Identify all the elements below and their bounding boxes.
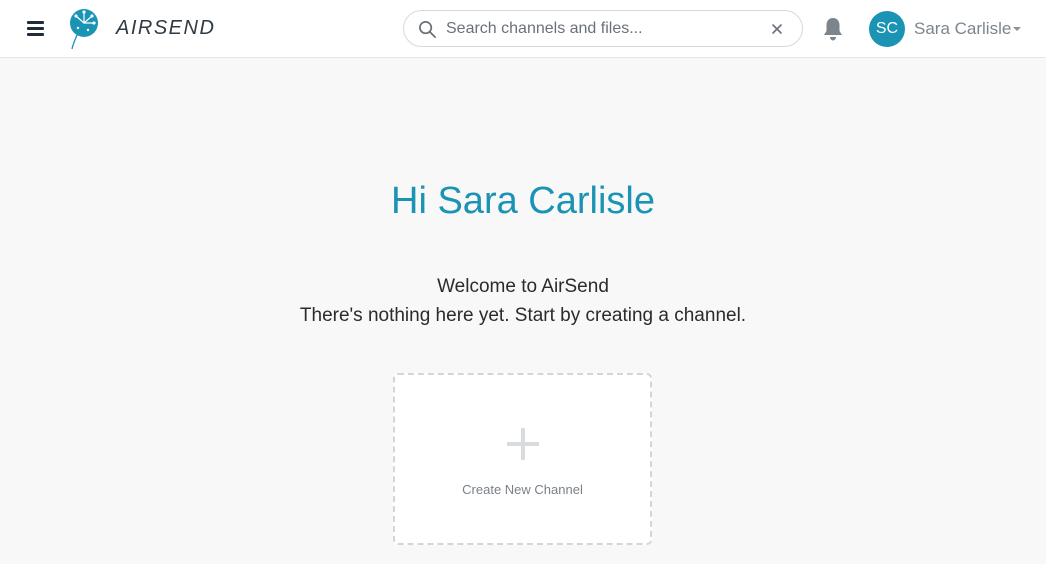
create-new-channel-label: Create New Channel bbox=[462, 482, 583, 497]
empty-state-message: There's nothing here yet. Start by creat… bbox=[299, 305, 747, 326]
caret-down-icon[interactable] bbox=[1013, 27, 1021, 31]
user-avatar[interactable]: SC bbox=[869, 11, 905, 47]
plus-icon bbox=[507, 428, 539, 460]
user-name-menu[interactable]: Sara Carlisle bbox=[914, 19, 1011, 39]
create-new-channel-button[interactable]: Create New Channel bbox=[393, 373, 652, 545]
search-input[interactable] bbox=[446, 16, 766, 42]
brand-wordmark: AIRSEND bbox=[116, 17, 216, 39]
welcome-text: Welcome to AirSend bbox=[437, 276, 609, 297]
search-icon bbox=[419, 21, 436, 38]
close-icon[interactable] bbox=[769, 21, 785, 37]
greeting-heading: Hi Sara Carlisle bbox=[391, 180, 655, 222]
bell-icon[interactable] bbox=[821, 16, 845, 42]
dandelion-logo-icon[interactable] bbox=[66, 8, 102, 50]
search-bar[interactable] bbox=[403, 10, 803, 47]
hamburger-menu-icon[interactable] bbox=[26, 18, 46, 38]
top-navigation-bar: AIRSEND SC Sara Carlisle bbox=[0, 0, 1046, 58]
